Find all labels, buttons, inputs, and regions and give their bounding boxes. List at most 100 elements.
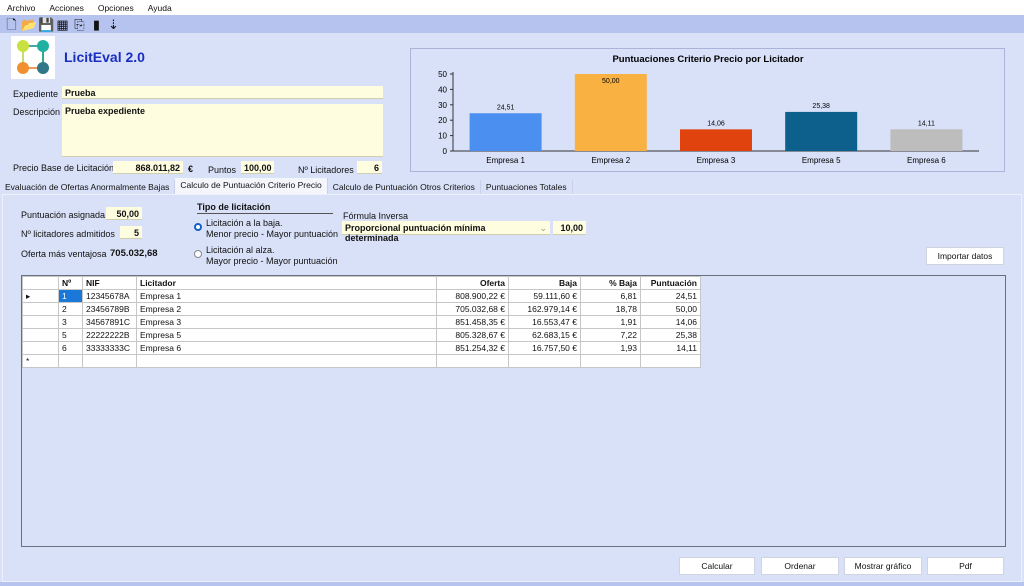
table-cell[interactable]: 5 <box>58 328 83 342</box>
table-row[interactable]: 3 34567891C Empresa 3 851.458,35 €16.553,47… <box>22 315 701 329</box>
formula-select[interactable]: Proporcional puntuación mínima determina… <box>342 221 550 243</box>
table-row[interactable]: 5 22222222B Empresa 5 805.328,67 €62.683,15… <box>22 328 701 342</box>
row-selector[interactable] <box>22 328 59 342</box>
table-cell[interactable]: 59.111,60 € <box>508 289 581 303</box>
table-cell[interactable]: 24,51 <box>640 289 701 303</box>
table-cell[interactable]: 1 <box>58 289 83 303</box>
table-cell[interactable]: 14,11 <box>640 341 701 355</box>
y-tick-label: 10 <box>438 132 447 141</box>
precio-input[interactable]: 868.011,82 <box>113 161 183 174</box>
new-file-icon[interactable]: 🗋 <box>4 17 19 32</box>
column-header[interactable]: Puntuación <box>640 276 701 290</box>
row-header-cell <box>22 276 59 290</box>
table-cell[interactable]: 808.900,22 € <box>436 289 509 303</box>
table-cell[interactable]: Empresa 2 <box>136 302 437 316</box>
table-row[interactable]: 2 23456789B Empresa 2 705.032,68 €162.979,1… <box>22 302 701 316</box>
table-cell[interactable]: 22222222B <box>82 328 137 342</box>
puntuacion-input[interactable]: 50,00 <box>106 207 142 220</box>
menu-archivo[interactable]: Archivo <box>0 0 42 15</box>
table-cell[interactable]: 34567891C <box>82 315 137 329</box>
tab-criterio-precio[interactable]: Calculo de Puntuación Criterio Precio <box>175 178 328 194</box>
save-icon[interactable]: 💾 <box>38 17 54 32</box>
export-icon[interactable]: ⎘ <box>72 17 87 32</box>
table-cell[interactable]: 6 <box>58 341 83 355</box>
formula-selected: Proporcional puntuación mínima determina… <box>345 223 486 243</box>
sort-icon[interactable]: ⇣ <box>106 17 121 32</box>
column-header[interactable]: NIF <box>82 276 137 290</box>
table-cell[interactable]: 14,06 <box>640 315 701 329</box>
table-cell[interactable]: 25,38 <box>640 328 701 342</box>
tab-puntuaciones-totales[interactable]: Puntuaciones Totales <box>480 180 573 194</box>
table-cell[interactable]: 6,81 <box>580 289 641 303</box>
mostrar-grafico-button[interactable]: Mostrar gráfico <box>844 557 922 575</box>
puntos-input[interactable]: 100,00 <box>241 161 274 174</box>
puntuacion-label: Puntuación asignada <box>21 210 106 220</box>
table-cell[interactable]: 705.032,68 € <box>436 302 509 316</box>
table-cell[interactable]: 851.254,32 € <box>436 341 509 355</box>
row-selector[interactable] <box>22 302 59 316</box>
table-cell[interactable]: Empresa 3 <box>136 315 437 329</box>
table-row[interactable]: ▸ 1 12345678A Empresa 1 808.900,22 €59.111,6… <box>22 289 701 303</box>
table-cell[interactable]: 2 <box>58 302 83 316</box>
calculator-icon[interactable]: ▦ <box>55 17 70 32</box>
column-header[interactable]: Licitador <box>136 276 437 290</box>
column-header[interactable]: Nº <box>58 276 83 290</box>
chevron-down-icon: ⌄ <box>539 223 547 233</box>
app-logo <box>11 36 55 79</box>
row-selector[interactable]: ▸ <box>22 289 59 303</box>
bar-chart-icon[interactable]: ▮ <box>89 17 104 32</box>
table-cell[interactable]: 1,93 <box>580 341 641 355</box>
tab-anormalmente-bajas[interactable]: Evaluación de Ofertas Anormalmente Bajas <box>0 180 176 194</box>
table-row[interactable]: 6 33333333C Empresa 6 851.254,32 €16.757,50… <box>22 341 701 355</box>
table-cell[interactable]: 7,22 <box>580 328 641 342</box>
table-cell[interactable]: 805.328,67 € <box>436 328 509 342</box>
data-grid: Nº NIF Licitador Oferta Baja% Baja Puntuación… <box>21 275 1006 547</box>
table-cell[interactable]: 62.683,15 € <box>508 328 581 342</box>
menu-ayuda[interactable]: Ayuda <box>141 0 179 15</box>
pdf-button[interactable]: Pdf <box>927 557 1004 575</box>
descripcion-input[interactable]: Prueba expediente <box>62 104 383 157</box>
table-cell[interactable]: 18,78 <box>580 302 641 316</box>
calcular-button[interactable]: Calcular <box>679 557 755 575</box>
admitidos-label: Nº licitadores admitidos <box>21 229 115 239</box>
column-header[interactable]: Oferta <box>436 276 509 290</box>
formula-value-input[interactable]: 10,00 <box>553 221 586 235</box>
new-row[interactable]: * <box>22 354 701 368</box>
column-header[interactable]: % Baja <box>580 276 641 290</box>
table-cell[interactable]: 12345678A <box>82 289 137 303</box>
data-label: 14,11 <box>918 120 935 127</box>
data-label: 25,38 <box>812 103 830 110</box>
table-cell[interactable]: Empresa 5 <box>136 328 437 342</box>
x-tick-label: Empresa 2 <box>591 156 630 165</box>
row-selector[interactable] <box>22 315 59 329</box>
tab-otros-criterios[interactable]: Calculo de Puntuación Otros Criterios <box>327 180 481 194</box>
menu-acciones[interactable]: Acciones <box>42 0 91 15</box>
table-cell[interactable]: 50,00 <box>640 302 701 316</box>
table-cell[interactable]: 16.757,50 € <box>508 341 581 355</box>
table-cell[interactable]: 33333333C <box>82 341 137 355</box>
table-cell[interactable]: 1,91 <box>580 315 641 329</box>
bar <box>890 129 963 151</box>
row-selector[interactable] <box>22 341 59 355</box>
status-bar <box>0 582 1024 586</box>
ordenar-button[interactable]: Ordenar <box>761 557 839 575</box>
table-cell[interactable]: 162.979,14 € <box>508 302 581 316</box>
alza-radio[interactable] <box>194 250 202 258</box>
bar <box>680 129 752 151</box>
open-folder-icon[interactable]: 📂 <box>21 17 37 32</box>
importar-datos-button[interactable]: Importar datos <box>926 247 1004 265</box>
expediente-input[interactable]: Prueba <box>62 86 383 99</box>
table-cell[interactable]: 851.458,35 € <box>436 315 509 329</box>
table-cell[interactable]: 23456789B <box>82 302 137 316</box>
table-cell[interactable]: 3 <box>58 315 83 329</box>
admitidos-input[interactable]: 5 <box>120 226 142 239</box>
menu-opciones[interactable]: Opciones <box>91 0 141 15</box>
y-tick-label: 50 <box>438 70 447 79</box>
baja-radio[interactable] <box>194 223 202 231</box>
licitadores-input[interactable]: 6 <box>357 161 382 174</box>
puntos-label: Puntos <box>208 165 237 175</box>
table-cell[interactable]: 16.553,47 € <box>508 315 581 329</box>
table-cell[interactable]: Empresa 6 <box>136 341 437 355</box>
table-cell[interactable]: Empresa 1 <box>136 289 437 303</box>
column-header[interactable]: Baja <box>508 276 581 290</box>
